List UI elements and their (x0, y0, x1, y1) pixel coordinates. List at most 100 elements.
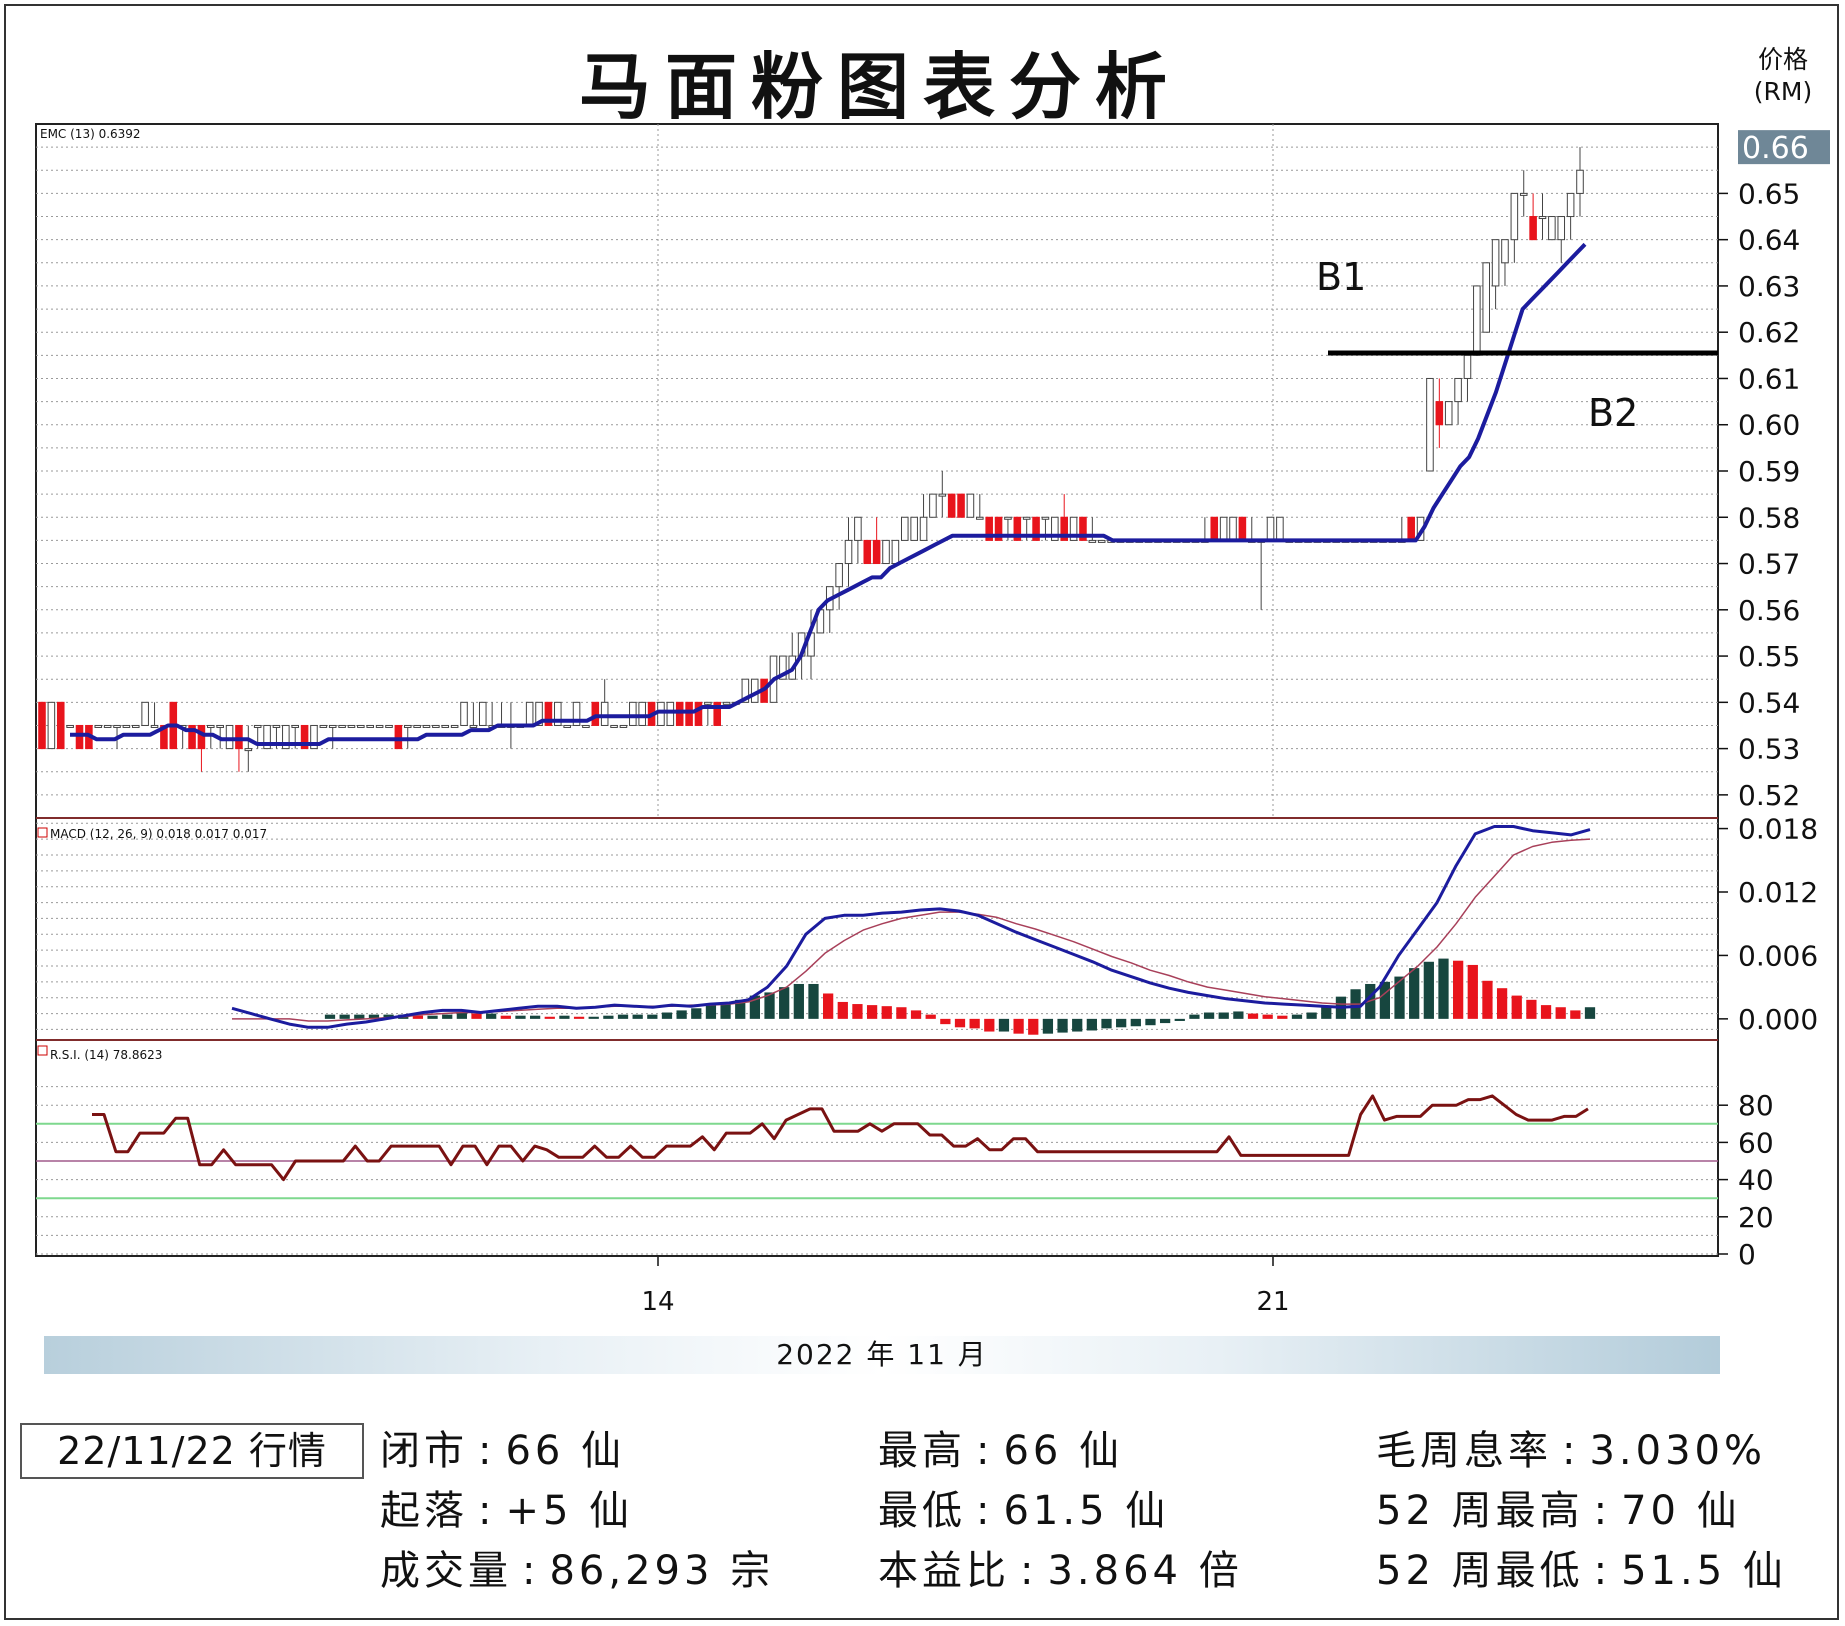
macd-histogram-bar (1291, 1014, 1303, 1019)
macd-histogram-bar (339, 1014, 350, 1019)
macd-histogram-bar (1482, 980, 1493, 1019)
macd-histogram-bar (881, 1006, 892, 1019)
macd-histogram-bar (1189, 1014, 1200, 1019)
candle-body (413, 724, 421, 728)
candle-body (94, 724, 103, 728)
rsi-tick-label: 40 (1738, 1164, 1774, 1197)
candle-body (366, 724, 375, 728)
price-tick-label: 0.65 (1738, 177, 1800, 210)
price-tick-label: 0.59 (1738, 455, 1800, 488)
candle-body (619, 724, 628, 728)
price-tick-label: 0.62 (1738, 316, 1800, 349)
stat-label: 起落 (380, 1488, 468, 1534)
candle-body (910, 516, 918, 541)
candle-body (1557, 216, 1566, 241)
candle-body (225, 724, 234, 750)
rsi-close-icon (37, 1045, 48, 1056)
candle-body (525, 701, 534, 726)
candle-body (1426, 377, 1434, 472)
candle-body (863, 539, 872, 565)
macd-tick-label: 0.012 (1738, 876, 1818, 909)
candle-body (685, 701, 693, 726)
candle-body (891, 539, 900, 565)
candle-body (1229, 516, 1237, 541)
candle-body (113, 724, 121, 728)
candle-body (844, 539, 853, 565)
candle-body (1491, 239, 1500, 287)
macd-histogram-bar (1540, 1005, 1552, 1019)
stat-label: 52 周最高 (1376, 1488, 1584, 1534)
candle-body (394, 724, 403, 750)
macd-histogram-bar (1072, 1018, 1083, 1032)
stat-value: 61.5 仙 (1003, 1488, 1170, 1534)
candle-body (441, 724, 450, 728)
price-tick-label: 0.64 (1738, 224, 1800, 257)
macd-histogram-bar (910, 1010, 922, 1019)
price-tick-label: 0.63 (1738, 270, 1800, 303)
candle-body (1454, 377, 1462, 403)
macd-histogram-bar (617, 1014, 629, 1019)
macd-histogram-bar (1394, 976, 1405, 1019)
macd-histogram-bar (1057, 1018, 1068, 1033)
rsi-tick-label: 20 (1738, 1201, 1774, 1234)
candle-body (854, 516, 862, 541)
macd-histogram-bar (954, 1018, 966, 1028)
month-label: 2022 年 11 月 (776, 1338, 988, 1371)
price-tick-label: 0.52 (1738, 779, 1800, 812)
candle-body (882, 539, 890, 565)
candle-body (1529, 216, 1537, 241)
macd-histogram-bar (1496, 988, 1508, 1019)
macd-histogram-bar (1101, 1018, 1112, 1029)
macd-histogram-bar (1423, 961, 1434, 1019)
ema-label: EMC (13) 0.6392 (40, 127, 141, 141)
macd-histogram-bar (559, 1015, 570, 1019)
macd-histogram-bar (969, 1018, 980, 1029)
macd-histogram-bar (1247, 1013, 1259, 1019)
stat-label: 最高 (878, 1428, 966, 1474)
candle-body (103, 724, 112, 728)
candle-body (1097, 539, 1106, 543)
price-tick-label: 0.57 (1738, 548, 1800, 581)
macd-histogram-bar (515, 1015, 526, 1019)
stat-52w-low: 52 周最低:51.5 仙 (1376, 1548, 1787, 1594)
macd-histogram-bar (324, 1014, 336, 1019)
price-tick-label: 0.53 (1738, 733, 1800, 766)
candle-body (38, 701, 46, 750)
candle-body (244, 748, 253, 752)
stat-yield: 毛周息率:3.030% (1376, 1428, 1767, 1474)
candle-body (1566, 192, 1575, 218)
macd-histogram-bar (691, 1008, 702, 1019)
macd-close-icon (37, 827, 48, 838)
candle-body (403, 724, 412, 728)
candle-body (235, 724, 243, 750)
candle-body (582, 724, 590, 728)
annotation-b1: B1 (1316, 255, 1366, 299)
rsi-tick-label: 0 (1738, 1238, 1756, 1271)
macd-histogram-bar (529, 1015, 541, 1019)
candle-body (600, 701, 609, 726)
macd-histogram-bar (1409, 968, 1420, 1019)
macd-histogram-bar (588, 1016, 599, 1019)
candle-body (1463, 354, 1472, 379)
candle-body (1238, 516, 1247, 541)
candle-body (122, 724, 131, 728)
candle-body (66, 724, 74, 728)
candle-body (469, 724, 478, 728)
stat-value: 66 仙 (1003, 1428, 1124, 1474)
price-tick-label: 0.56 (1738, 594, 1800, 627)
macd-histogram-bar (1306, 1012, 1317, 1019)
macd-histogram-bar (779, 987, 790, 1019)
macd-histogram-bar (1042, 1018, 1054, 1034)
candle-body (1501, 239, 1509, 264)
stat-value: 3.030% (1589, 1428, 1767, 1474)
macd-histogram-bar (1116, 1018, 1127, 1028)
candle-body (347, 724, 356, 728)
candle-body (675, 701, 684, 726)
candle-body (919, 516, 928, 541)
macd-histogram-bar (471, 1013, 482, 1019)
macd-histogram-bar (1130, 1018, 1141, 1027)
candle-body (75, 724, 84, 750)
macd-histogram-bar (1453, 960, 1464, 1019)
stat-value: 3.864 倍 (1047, 1548, 1243, 1594)
macd-histogram-bar (1277, 1015, 1288, 1019)
